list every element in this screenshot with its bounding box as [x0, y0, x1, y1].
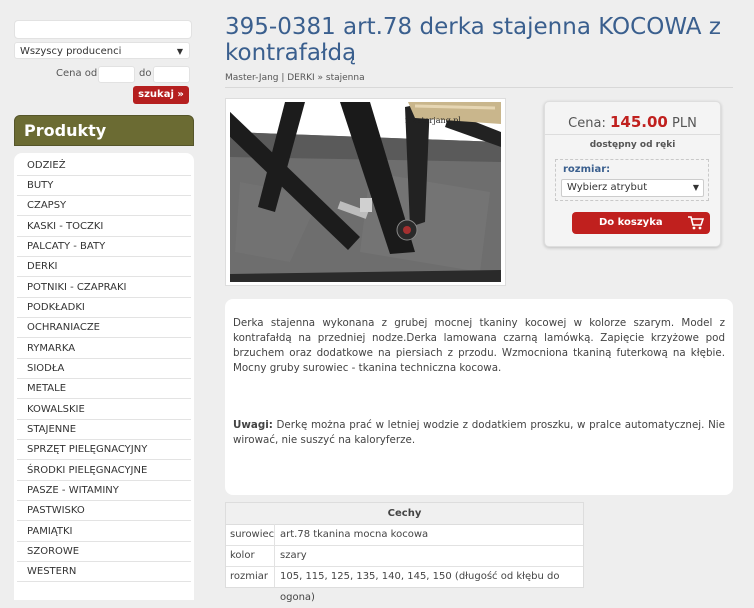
- availability: dostępny od ręki: [589, 140, 676, 150]
- price-from-input[interactable]: [98, 66, 135, 83]
- buy-box: Cena: 145.00 PLN dostępny od ręki rozmia…: [544, 101, 721, 247]
- products-header: Produkty: [14, 115, 194, 146]
- product-photo[interactable]: masterjang.pl: [225, 98, 506, 286]
- sidebar-item-potniki-czapraki[interactable]: POTNIKI - CZAPRAKI: [17, 278, 191, 298]
- feature-key: kolor: [230, 550, 255, 561]
- sidebar-item-kaski-toczki[interactable]: KASKI - TOCZKI: [17, 217, 191, 237]
- chevron-down-icon: ▼: [176, 47, 183, 56]
- features-header: Cechy: [226, 503, 583, 525]
- sidebar-item-buty[interactable]: BUTY: [17, 176, 191, 196]
- feature-value: art.78 tkanina mocna kocowa: [280, 529, 429, 540]
- sidebar-item-derki[interactable]: DERKI: [17, 257, 191, 277]
- search-button[interactable]: szukaj »: [133, 86, 189, 104]
- price-value: 145.00: [609, 113, 668, 131]
- sidebar-item-pastwisko[interactable]: PASTWISKO: [17, 501, 191, 521]
- products-header-title: Produkty: [24, 121, 107, 140]
- care-notes: Uwagi: Derkę można prać w letniej wodzie…: [233, 418, 725, 448]
- sidebar-item-czapsy[interactable]: CZAPSY: [17, 196, 191, 216]
- breadcrumb[interactable]: Master-Jang | DERKI » stajenna: [225, 72, 735, 84]
- feature-key: rozmiar: [230, 571, 269, 582]
- price-label: Cena:: [568, 116, 606, 131]
- breadcrumb-divider: [225, 87, 733, 88]
- sidebar-item-odziez[interactable]: ODZIEŻ: [17, 156, 191, 176]
- sidebar-item-sprzet-pielegnacyjny[interactable]: SPRZĘT PIELĘGNACYJNY: [17, 440, 191, 460]
- product-title: 395-0381 art.78 derka stajenna KOCOWA z …: [225, 14, 721, 66]
- feature-value: szary: [280, 550, 307, 561]
- producer-select[interactable]: Wszyscy producenci ▼: [14, 42, 190, 59]
- sidebar-item-metale[interactable]: METALE: [17, 379, 191, 399]
- producer-select-value: Wszyscy producenci: [20, 46, 122, 57]
- size-select-value: Wybierz atrybut: [567, 182, 648, 193]
- product-image: masterjang.pl: [230, 102, 501, 282]
- chevron-down-icon: ▼: [692, 183, 699, 192]
- care-notes-label: Uwagi:: [233, 419, 273, 431]
- table-row: surowiec art.78 tkanina mocna kocowa: [226, 524, 583, 546]
- sidebar-item-rymarka[interactable]: RYMARKA: [17, 339, 191, 359]
- sidebar-item-pasze-witaminy[interactable]: PASZE - WITAMINY: [17, 481, 191, 501]
- sidebar-item-kowalskie[interactable]: KOWALSKIE: [17, 400, 191, 420]
- search-input[interactable]: [14, 20, 192, 39]
- price-filter: Cena od do: [14, 66, 194, 83]
- features-table: Cechy surowiec art.78 tkanina mocna koco…: [225, 502, 584, 603]
- table-row: kolor szary: [226, 545, 583, 567]
- sidebar-item-western[interactable]: WESTERN: [17, 562, 191, 582]
- photo-watermark: masterjang.pl: [405, 116, 461, 125]
- size-label: rozmiar:: [563, 164, 611, 175]
- description-text: Derka stajenna wykonana z grubej mocnej …: [233, 317, 725, 374]
- price-to-input[interactable]: [153, 66, 190, 83]
- size-select[interactable]: Wybierz atrybut ▼: [561, 179, 704, 197]
- attribute-box: rozmiar: Wybierz atrybut ▼: [555, 159, 709, 201]
- sidebar-item-podkladki[interactable]: PODKŁADKI: [17, 298, 191, 318]
- price-from-label: Cena od: [56, 68, 98, 79]
- sidebar-item-szorowe[interactable]: SZOROWE: [17, 542, 191, 562]
- sidebar-item-ochraniacze[interactable]: OCHRANIACZE: [17, 318, 191, 338]
- price-to-label: do: [139, 68, 152, 79]
- sidebar-item-palcaty-baty[interactable]: PALCATY - BATY: [17, 237, 191, 257]
- buy-divider: [545, 134, 720, 135]
- sidebar-item-srodki-pielegnacyjne[interactable]: ŚRODKI PIELĘGNACYJNE: [17, 461, 191, 481]
- table-row: rozmiar 105, 115, 125, 135, 140, 145, 15…: [226, 566, 583, 603]
- feature-key: surowiec: [230, 529, 275, 540]
- cart-icon: [688, 216, 704, 230]
- feature-value: 105, 115, 125, 135, 140, 145, 150 (długo…: [280, 571, 560, 603]
- sidebar-item-stajenne[interactable]: STAJENNE: [17, 420, 191, 440]
- add-to-cart-label: Do koszyka: [599, 217, 663, 228]
- add-to-cart-button[interactable]: Do koszyka: [572, 212, 710, 234]
- description: Derka stajenna wykonana z grubej mocnej …: [225, 299, 733, 495]
- category-list: ODZIEŻ BUTY CZAPSY KASKI - TOCZKI PALCAT…: [14, 153, 194, 600]
- price-currency: PLN: [672, 116, 697, 131]
- price: Cena: 145.00 PLN: [545, 112, 720, 134]
- care-notes-text: Derkę można prać w letniej wodzie z doda…: [233, 419, 725, 446]
- sidebar-item-pamiatki[interactable]: PAMIĄTKI: [17, 522, 191, 542]
- sidebar-item-siodla[interactable]: SIODŁA: [17, 359, 191, 379]
